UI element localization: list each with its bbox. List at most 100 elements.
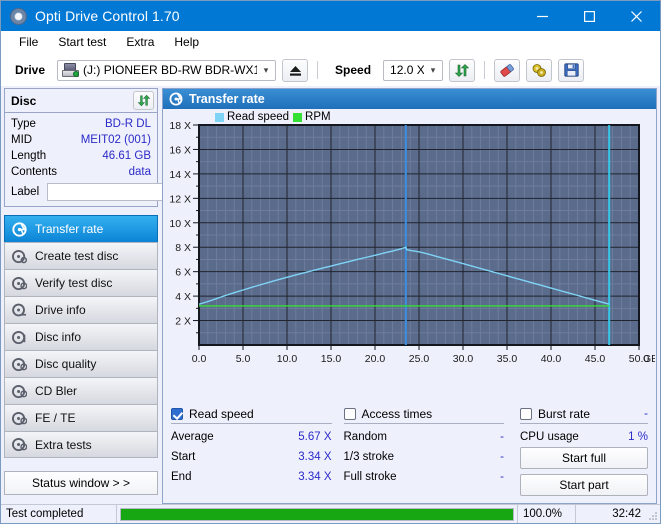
progress-bar <box>120 508 514 521</box>
disc-row-type: Type BD-R DL <box>11 116 151 132</box>
svg-text:10.0: 10.0 <box>277 353 298 365</box>
chevron-down-icon: ▾ <box>257 65 275 76</box>
sidebar-item-label: Verify test disc <box>35 276 112 290</box>
menu-item-file[interactable]: File <box>10 33 47 51</box>
sidebar-item-label: Transfer rate <box>35 222 103 236</box>
svg-text:16 X: 16 X <box>169 144 191 156</box>
disc-panel: Disc Type BD-R DL MID M <box>4 88 158 207</box>
sidebar-item-fe-te[interactable]: FE / TE <box>4 404 158 431</box>
resize-grip[interactable] <box>646 505 660 523</box>
sidebar-item-disc-quality[interactable]: Disc quality <box>4 350 158 377</box>
eject-button[interactable] <box>282 59 308 82</box>
disc-refresh-button[interactable] <box>133 91 154 110</box>
disc-row-key: Length <box>11 150 46 162</box>
start-full-button[interactable]: Start full <box>520 447 648 469</box>
disc-row-contents: Contents data <box>11 164 151 180</box>
sidebar-item-drive-info[interactable]: Drive info <box>4 296 158 323</box>
disc-icon <box>12 303 27 318</box>
left-sidebar: Disc Type BD-R DL MID M <box>1 86 161 504</box>
app-window: Opti Drive Control 1.70 File Start test … <box>0 0 661 524</box>
drive-select[interactable]: (J:) PIONEER BD-RW BDR-WX1DM 1.00 ▾ <box>57 60 276 81</box>
menu-item-extra[interactable]: Extra <box>117 33 163 51</box>
stats-panel: Read speed Average 5.67 X Start 3.34 X E… <box>163 402 656 503</box>
disc-info-rows: Type BD-R DL MID MEIT02 (001) Length 46.… <box>5 113 157 206</box>
minimize-icon[interactable] <box>519 1 566 31</box>
stat-key: 1/3 stroke <box>344 451 395 463</box>
stat-row-cpu-usage: CPU usage 1 % <box>520 427 648 447</box>
disc-panel-title: Disc <box>11 94 36 108</box>
legend-swatch <box>215 113 224 122</box>
stat-value: 3.34 X <box>298 451 331 463</box>
stat-key: Full stroke <box>344 471 397 483</box>
sidebar-item-transfer-rate[interactable]: Transfer rate <box>4 215 158 242</box>
sidebar-item-disc-info[interactable]: Disc info <box>4 323 158 350</box>
title-bar: Opti Drive Control 1.70 <box>1 1 660 31</box>
disc-icon <box>12 437 27 452</box>
status-window-label: Status window > > <box>32 476 130 490</box>
optical-drive-icon <box>62 63 79 77</box>
eject-icon <box>288 64 303 77</box>
progress-bar-fill <box>121 509 513 520</box>
menu-bar: File Start test Extra Help <box>1 31 660 54</box>
start-full-label: Start full <box>562 451 606 465</box>
sidebar-item-label: Drive info <box>35 303 86 317</box>
sidebar-item-create-test-disc[interactable]: Create test disc <box>4 242 158 269</box>
refresh-button[interactable] <box>449 59 475 82</box>
progress-percent: 100.0% <box>518 505 576 523</box>
stat-value: - <box>500 431 504 443</box>
svg-text:5.0: 5.0 <box>236 353 251 365</box>
disc-icon <box>169 92 183 106</box>
window-controls <box>519 1 660 31</box>
disc-label-row: Label <box>11 181 151 202</box>
start-part-button[interactable]: Start part <box>520 474 648 496</box>
read-speed-checkbox[interactable] <box>171 408 183 420</box>
svg-text:30.0: 30.0 <box>453 353 474 365</box>
disc-row-key: Contents <box>11 166 57 178</box>
stats-col-burst-rate: Burst rate - CPU usage 1 % Start full St… <box>516 406 648 501</box>
tools-button[interactable] <box>526 59 552 82</box>
toolbar-divider <box>317 61 318 79</box>
disc-row-key: MID <box>11 134 32 146</box>
stat-key: Random <box>344 431 387 443</box>
chevron-down-icon: ▾ <box>424 65 442 76</box>
status-window-button[interactable]: Status window > > <box>4 471 158 495</box>
burst-rate-header: Burst rate - <box>520 406 648 424</box>
start-part-label: Start part <box>559 478 608 492</box>
erase-button[interactable] <box>494 59 520 82</box>
svg-text:8 X: 8 X <box>175 242 191 254</box>
chart-legend: Read speed RPM <box>215 111 331 123</box>
access-times-checkbox[interactable] <box>344 408 356 420</box>
sidebar-item-extra-tests[interactable]: Extra tests <box>4 431 158 458</box>
disc-icon <box>12 411 27 426</box>
menu-item-help[interactable]: Help <box>165 33 208 51</box>
speed-select-value: 12.0 X <box>390 63 424 77</box>
stat-value: 5.67 X <box>298 431 331 443</box>
save-button[interactable] <box>558 59 584 82</box>
burst-rate-checkbox[interactable] <box>520 408 532 420</box>
close-icon[interactable] <box>613 1 660 31</box>
svg-text:GB: GB <box>643 353 655 365</box>
disc-icon <box>12 384 27 399</box>
stats-col-read-speed: Read speed Average 5.67 X Start 3.34 X E… <box>171 406 344 501</box>
sidebar-item-verify-test-disc[interactable]: Verify test disc <box>4 269 158 296</box>
panel-title: Transfer rate <box>189 92 265 106</box>
status-bar: Test completed 100.0% 32:42 <box>1 504 660 523</box>
disc-label-key: Label <box>11 186 39 198</box>
panel-header: Transfer rate <box>163 89 656 109</box>
maximize-icon[interactable] <box>566 1 613 31</box>
svg-text:25.0: 25.0 <box>409 353 430 365</box>
read-speed-label: Read speed <box>189 407 254 421</box>
access-times-label: Access times <box>362 407 433 421</box>
app-disc-icon <box>10 8 27 25</box>
progress-container <box>117 505 518 523</box>
menu-item-start-test[interactable]: Start test <box>49 33 115 51</box>
svg-text:12 X: 12 X <box>169 193 191 205</box>
save-icon <box>564 63 579 77</box>
svg-text:2 X: 2 X <box>175 316 191 328</box>
legend-label: Read speed <box>227 111 289 123</box>
sidebar-item-cd-bler[interactable]: CD Bler <box>4 377 158 404</box>
svg-text:0.0: 0.0 <box>192 353 207 365</box>
speed-select[interactable]: 12.0 X ▾ <box>383 60 443 81</box>
svg-text:45.0: 45.0 <box>585 353 606 365</box>
window-title: Opti Drive Control 1.70 <box>35 8 180 24</box>
